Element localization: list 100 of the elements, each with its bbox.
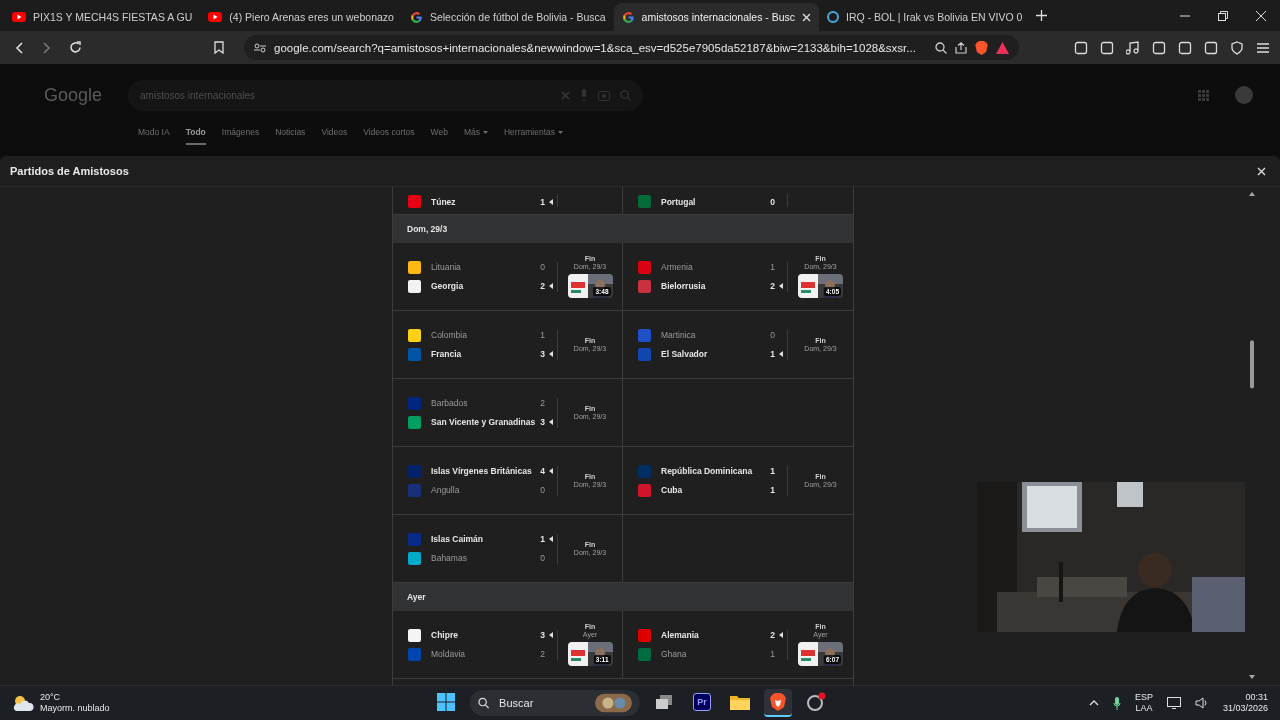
microphone-icon[interactable] [1112,696,1121,710]
team-name: El Salvador [661,349,709,359]
date-header: Ayer [393,583,853,611]
team-name: Túnez [431,196,457,207]
team-name: Georgia [431,281,465,291]
search-input[interactable]: Buscar [497,696,588,710]
input-language[interactable]: ESP [1134,692,1153,703]
bookmark-icon[interactable] [214,41,224,54]
team-score: 1 [770,485,775,495]
team-score: 0 [540,262,545,272]
cloud-sun-icon[interactable] [12,694,34,712]
team-score: 1 [540,534,545,544]
team-name: Armenia [661,262,694,272]
team-name: Bielorrusia [661,281,707,291]
team-name: Barbados [431,398,469,408]
search-tab[interactable]: Noticias [275,126,306,145]
team-score: 3 [540,630,545,640]
team-score: 1 [770,649,775,659]
team-name: Islas Vírgenes Británicas [431,466,533,476]
browser-tab[interactable]: PIX1S Y MECH4S FIESTAS A GU [4,3,201,31]
youtube-icon [12,12,26,22]
team-score: 1 [540,330,545,340]
browser-tab[interactable]: (4) Piero Arenas eres un webonazo [200,3,402,31]
google-icon [621,10,635,24]
share-icon[interactable] [955,41,967,54]
team-score: 0 [540,553,545,563]
close-icon[interactable] [802,12,812,22]
search-tab[interactable]: Imágenes [221,126,260,145]
keyboard-layout[interactable]: LAA [1135,703,1153,714]
search-tab[interactable]: Web [430,126,448,145]
site-settings-icon[interactable] [254,42,266,53]
search-tab[interactable]: Todo [185,126,206,145]
reload-icon [68,41,82,54]
folder-icon [730,694,750,710]
back-icon [15,41,23,54]
team-score: 0 [540,485,545,495]
team-name: Francia [431,349,463,359]
music-icon[interactable] [1126,40,1140,55]
browser-tab[interactable]: IRQ - BOL | Irak vs Bolivia EN VIVO 0 [819,3,1031,31]
premiere-icon: Pr [693,693,711,711]
team-score: 2 [770,630,775,640]
clock-date[interactable]: 31/03/2026 [1222,703,1268,714]
team-score: 1 [540,196,545,207]
clock-time[interactable]: 00:31 [1245,692,1268,703]
team-score: 4 [540,466,545,476]
team-name: Martinica [661,330,697,340]
address-bar[interactable]: google.com/search?q=amistosos+internacionales&newwindow=1&sca_esv=d525e7905da52187&biw=2133&bih=1028&sxsr... [244,35,1019,60]
restore-icon [1218,10,1228,21]
team-score: 2 [540,649,545,659]
lion-shield-icon[interactable] [975,40,988,55]
team-score: 1 [770,349,775,359]
team-score: 2 [770,281,775,291]
new-tab-icon[interactable] [1036,10,1048,21]
team-score: 3 [540,349,545,359]
team-score: 0 [770,330,775,340]
chevron-up-icon[interactable] [1088,700,1099,706]
team-name: República Dominicana [661,466,754,476]
site-icon [827,11,840,23]
browser-tab[interactable]: Selección de fútbol de Bolivia - Busca [401,3,614,31]
team-name: Alemania [661,630,700,640]
team-name: Angulla [431,485,461,495]
team-name: Cuba [661,485,684,495]
team-name: Islas Caimán [431,534,484,544]
search-tab[interactable]: Videos [321,126,348,145]
taskbar-app-button[interactable]: Pr [688,689,716,717]
scrollbar[interactable] [1246,190,1258,681]
triangle-icon[interactable] [996,41,1009,54]
windows-logo-icon [437,693,455,711]
team-name: Colombia [431,330,468,340]
team-name: Moldavia [431,649,467,659]
shield-icon[interactable] [1230,40,1244,55]
youtube-icon [208,12,223,22]
zoom-icon[interactable] [935,41,947,54]
forward-icon [43,41,51,54]
search-tab[interactable]: Modo IA [138,126,170,145]
monitor-icon[interactable] [1166,697,1181,709]
window-stack-icon [656,695,672,709]
panel-title: Partidos de Amistosos [10,165,129,177]
team-name: Portugal [661,196,697,207]
browser-tab[interactable]: amistosos internacionales - Busc [613,3,820,31]
team-score: 0 [770,196,775,207]
team-score: 2 [540,281,545,291]
lion-shield-icon [770,693,786,711]
team-name: Bahamas [431,553,468,563]
menu-icon[interactable] [1256,40,1270,55]
team-score: 1 [770,262,775,272]
google-logo: Google [44,84,103,106]
date-header: Dom, 29/3 [393,215,853,243]
search-tab[interactable]: Videos cortos [363,126,415,145]
team-name: Lituania [431,262,462,272]
search-tab[interactable]: Más [463,126,488,145]
search-icon [478,697,490,709]
team-score: 3 [540,417,545,427]
taskbar-search-box[interactable]: Buscar [470,690,640,716]
google-icon [409,10,423,24]
speaker-icon[interactable] [1194,697,1209,709]
close-icon [1256,10,1266,21]
search-tab[interactable]: Herramientas [503,126,563,145]
team-score: 2 [540,398,545,408]
taskbar-app-button[interactable] [764,689,792,717]
